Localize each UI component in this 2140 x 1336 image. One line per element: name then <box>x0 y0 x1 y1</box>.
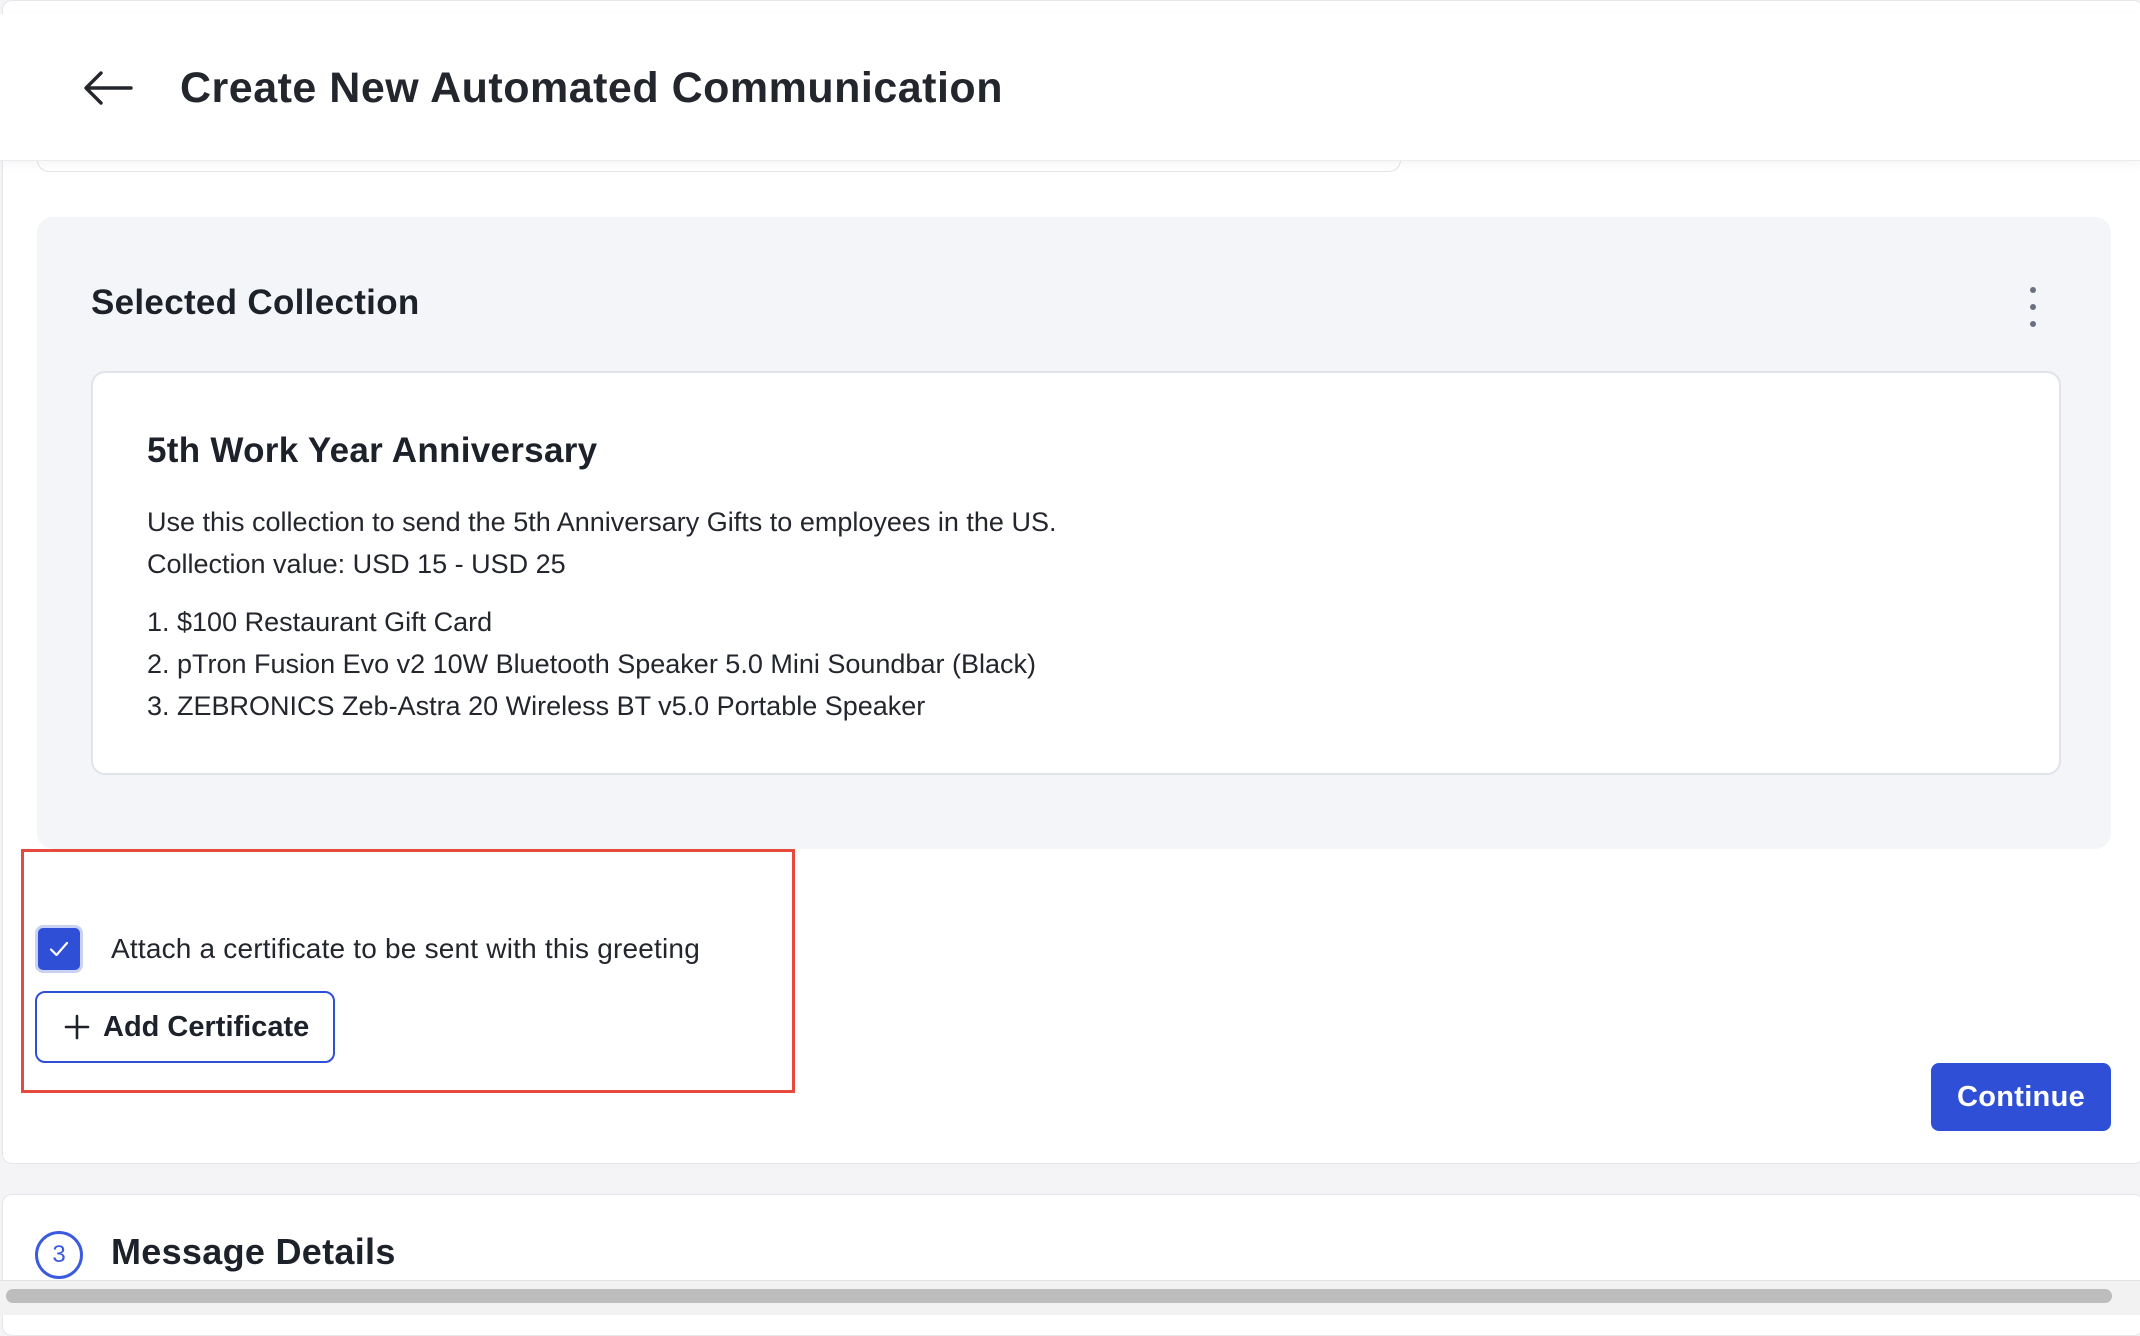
step-number-badge: 3 <box>35 1231 83 1279</box>
arrow-left-icon <box>84 71 133 105</box>
attach-certificate-label: Attach a certificate to be sent with thi… <box>111 933 700 964</box>
kebab-menu-icon[interactable] <box>2023 287 2043 327</box>
plus-icon <box>63 1013 91 1041</box>
scrollbar-thumb[interactable] <box>6 1289 2112 1303</box>
checkmark-icon <box>49 941 69 957</box>
list-item: 3. ZEBRONICS Zeb-Astra 20 Wireless BT v5… <box>147 691 926 721</box>
horizontal-scrollbar[interactable] <box>0 1280 2140 1315</box>
collection-name: 5th Work Year Anniversary <box>147 431 598 470</box>
list-item: 2. pTron Fusion Evo v2 10W Bluetooth Spe… <box>147 649 1036 679</box>
continue-button[interactable]: Continue <box>1931 1063 2111 1131</box>
collection-description: Use this collection to send the 5th Anni… <box>147 501 1056 585</box>
selected-collection-title: Selected Collection <box>91 283 420 322</box>
page-header: Create New Automated Communication <box>0 14 2140 161</box>
list-item: 1. $100 Restaurant Gift Card <box>147 607 493 637</box>
collection-description-text: Use this collection to send the 5th Anni… <box>147 507 1057 537</box>
selected-collection-panel: Selected Collection 5th Work Year Annive… <box>37 217 2111 849</box>
page-title: Create New Automated Communication <box>180 64 1003 112</box>
collection-step-card: Selected Collection 5th Work Year Annive… <box>2 0 2140 1164</box>
back-button[interactable] <box>78 58 138 118</box>
attach-certificate-checkbox[interactable] <box>35 925 83 973</box>
add-certificate-label: Add Certificate <box>103 1010 310 1043</box>
collection-value: Collection value: USD 15 - USD 25 <box>147 549 566 579</box>
collection-card: 5th Work Year Anniversary Use this colle… <box>91 371 2061 775</box>
add-certificate-button[interactable]: Add Certificate <box>35 991 335 1063</box>
message-details-title: Message Details <box>111 1231 396 1272</box>
collection-items-list: 1. $100 Restaurant Gift Card 2. pTron Fu… <box>147 601 1036 727</box>
